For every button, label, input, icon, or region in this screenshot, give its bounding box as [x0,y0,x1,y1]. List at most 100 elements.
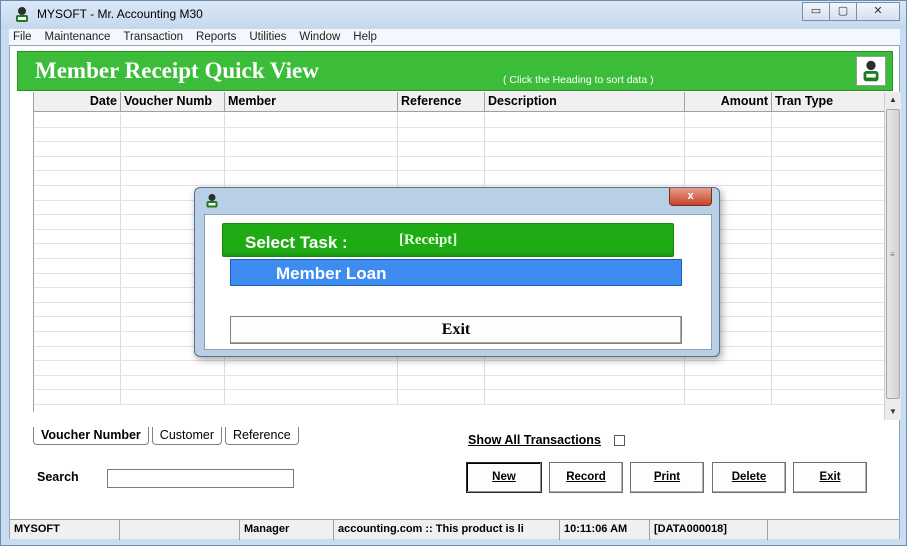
status-extra [768,520,899,540]
select-task-label: Select Task : [245,233,348,252]
table-cell [772,317,884,331]
member-loan-label: Member Loan [276,264,387,283]
new-button[interactable]: New [466,462,542,493]
dialog-close-button[interactable]: x [669,188,712,206]
select-task-dialog: x Select Task : [Receipt] Member Loan Ex… [194,187,720,357]
table-cell [772,332,884,346]
table-cell [225,127,398,142]
title-bar[interactable]: MYSOFT - Mr. Accounting M30 ▭ ▢ ✕ [1,1,906,29]
scroll-thumb[interactable]: ≡ [886,109,900,399]
user-figure-icon [856,56,886,86]
window-title: MYSOFT - Mr. Accounting M30 [37,7,203,21]
table-row[interactable] [34,142,884,157]
table-cell [398,156,485,171]
table-cell [34,244,121,258]
status-user: Manager [240,520,334,540]
table-cell [34,288,121,302]
status-license: accounting.com :: This product is li [334,520,560,540]
table-cell [772,128,884,142]
main-window: MYSOFT - Mr. Accounting M30 ▭ ▢ ✕ File M… [0,0,907,546]
table-row[interactable] [34,390,884,405]
table-cell [485,113,685,127]
menu-reports[interactable]: Reports [196,31,236,43]
table-row[interactable] [34,127,884,143]
scroll-down-arrow-icon[interactable]: ▼ [885,404,901,420]
table-cell [34,302,121,317]
table-cell [34,113,121,127]
table-cell [398,375,485,390]
table-row[interactable] [34,375,884,391]
tab-voucher-number[interactable]: Voucher Number [33,427,149,445]
search-input[interactable] [107,469,294,488]
table-cell [772,303,884,317]
menu-help[interactable]: Help [353,31,377,43]
table-row[interactable] [34,113,884,128]
tab-reference[interactable]: Reference [224,427,299,445]
table-cell [772,171,884,185]
menu-maintenance[interactable]: Maintenance [45,31,111,43]
table-cell [121,156,225,171]
maximize-button[interactable]: ▢ [829,2,857,21]
status-bar: MYSOFT Manager accounting.com :: This pr… [10,519,899,540]
table-cell [121,390,225,404]
menu-bar: File Maintenance Transaction Reports Uti… [9,29,900,45]
table-cell [398,142,485,156]
table-cell [772,142,884,156]
table-row[interactable] [34,156,884,172]
select-task-value: [Receipt] [399,232,458,248]
tab-customer[interactable]: Customer [151,427,222,445]
table-cell [772,230,884,244]
col-tran-type[interactable]: Tran Type [772,92,884,112]
search-label: Search [37,470,79,484]
show-all-transactions[interactable]: Show All Transactions [468,433,625,447]
table-row[interactable] [34,361,884,376]
table-cell [34,331,121,346]
col-member[interactable]: Member [225,92,398,112]
col-amount[interactable]: Amount [685,92,772,112]
table-cell [398,171,485,185]
table-cell [772,376,884,390]
table-cell [772,288,884,302]
table-cell [485,361,685,375]
table-cell [772,113,884,127]
table-cell [398,390,485,404]
show-all-checkbox[interactable] [613,434,625,446]
exit-button[interactable]: Exit [793,462,867,493]
table-cell [685,127,772,142]
table-cell [772,157,884,171]
close-window-button[interactable]: ✕ [856,2,900,21]
record-button[interactable]: Record [549,462,623,493]
menu-file[interactable]: File [13,31,32,43]
member-loan-option[interactable]: Member Loan [230,259,682,286]
col-description[interactable]: Description [485,92,685,112]
table-cell [485,375,685,390]
table-cell [34,229,121,244]
table-cell [772,186,884,200]
dialog-exit-button[interactable]: Exit [230,316,682,344]
table-cell [34,142,121,156]
col-voucher-number[interactable]: Voucher Numb [121,92,225,112]
status-company: MYSOFT [10,520,120,540]
delete-button[interactable]: Delete [712,462,786,493]
col-reference[interactable]: Reference [398,92,485,112]
table-cell [685,375,772,390]
table-cell [772,244,884,258]
menu-transaction[interactable]: Transaction [123,31,183,43]
print-button[interactable]: Print [630,462,704,493]
col-date[interactable]: Date [34,92,121,112]
menu-utilities[interactable]: Utilities [249,31,286,43]
minimize-button[interactable]: ▭ [802,2,830,21]
menu-window[interactable]: Window [299,31,340,43]
table-cell [34,171,121,185]
scroll-up-arrow-icon[interactable]: ▲ [885,92,901,108]
table-cell [398,113,485,127]
table-cell [34,375,121,390]
table-cell [772,259,884,273]
show-all-label: Show All Transactions [468,433,601,447]
table-cell [34,215,121,229]
table-cell [225,361,398,375]
table-row[interactable] [34,171,884,186]
grid-scrollbar[interactable]: ▲ ≡ ▼ [884,92,901,420]
table-cell [225,171,398,185]
table-cell [772,347,884,361]
